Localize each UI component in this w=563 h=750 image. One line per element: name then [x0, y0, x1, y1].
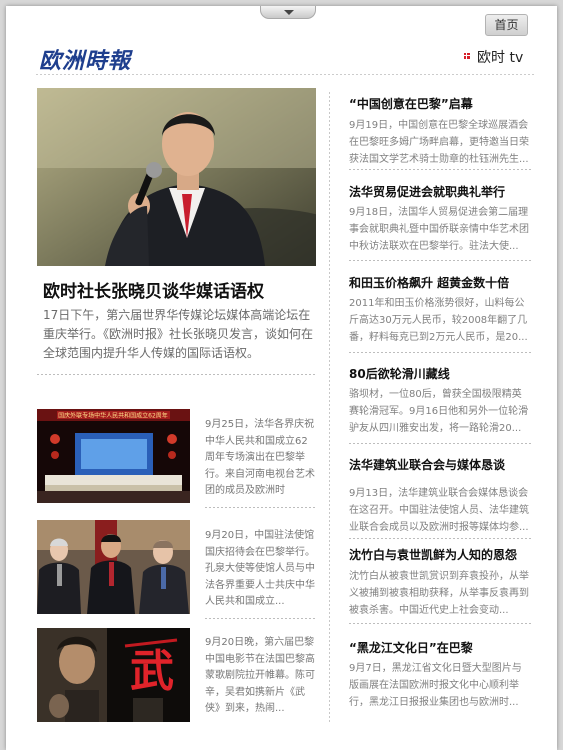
thumb-photo-concert: 国庆外联专场中华人民共和国成立62周年 — [37, 409, 190, 503]
chevron-down-icon — [284, 10, 294, 15]
thumb-photo-reception — [37, 520, 190, 614]
right-item-title-4[interactable]: 80后欲轮滑川藏线 — [349, 365, 539, 382]
right-item-title-3[interactable]: 和田玉价格飙升 超黄金数十倍 — [349, 274, 539, 291]
column-divider — [329, 92, 330, 724]
right-item-summary-5: 9月13日，法华建筑业联合会媒体恳谈会在这召开。中国驻法使馆人员、法华建筑业联合… — [349, 488, 529, 533]
right-item-title-2[interactable]: 法华贸易促进会就职典礼举行 — [349, 183, 539, 200]
tv-label: 欧时 tv — [477, 50, 524, 66]
home-button[interactable]: 首页 — [485, 14, 528, 36]
app-page: 首页 欧洲時報 欧时 tv 欧时社长张晓贝谈华媒话语权 17日下午，第六届世界华… — [6, 6, 557, 750]
featured-title[interactable]: 欧时社长张晓贝谈华媒话语权 — [43, 277, 323, 302]
thumb-banner-text: 国庆外联专场中华人民共和国成立62周年 — [58, 412, 168, 420]
right-item-divider-3 — [349, 352, 532, 353]
thumb-text-1: 9月25日，法华各界庆祝中华人民共和国成立62周年专场演出在巴黎举行。来自河南电… — [205, 419, 315, 496]
thumb-calligraphy: 武 — [130, 646, 174, 697]
pull-down-tab[interactable] — [260, 6, 316, 19]
thumb-divider-2 — [205, 618, 317, 619]
right-item-summary-3: 2011年和田玉价格涨势很好，山料每公斤高达30万元人民币，较2008年翻了几番… — [349, 298, 528, 343]
right-item-summary-6: 沈竹白从被袁世凯赏识到弃袁投孙，从举义被捕到被袁相助获释，从举事反袁再到被袁杀害… — [349, 571, 529, 616]
featured-photo — [37, 88, 316, 266]
right-item-title-7[interactable]: “黑龙江文化日”在巴黎 — [349, 639, 539, 656]
right-item-title-1[interactable]: “中国创意在巴黎”启幕 — [349, 95, 539, 112]
tv-icon — [463, 52, 471, 60]
tv-link[interactable]: 欧时 tv — [463, 47, 523, 67]
right-item-summary-2: 9月18日，法国华人贸易促进会第二届理事会就职典礼暨中国侨联亲情中华艺术团中秋访… — [349, 207, 529, 252]
right-item-divider-5 — [349, 538, 532, 539]
thumb-image-2[interactable] — [37, 520, 190, 614]
right-item-divider-4 — [349, 443, 532, 444]
right-item-title-5[interactable]: 法华建筑业联合会与媒体恳谈 — [349, 456, 539, 473]
thumb-text-2: 9月20日，中国驻法使馆国庆招待会在巴黎举行。孔泉大使等使馆人员与中法各界重要人… — [205, 530, 315, 607]
right-item-divider-1 — [349, 169, 532, 170]
thumb-divider-1 — [205, 507, 317, 508]
logo: 欧洲時報 — [39, 48, 132, 74]
featured-summary: 17日下午，第六届世界华传媒论坛媒体高端论坛在重庆举行。《欧洲时报》社长张晓贝发… — [43, 308, 314, 360]
right-item-summary-1: 9月19日，中国创意在巴黎全球巡展酒会在巴黎旺多姆广场畔启幕，更特邀当日荣获法国… — [349, 120, 529, 165]
right-item-summary-4: 骆坝材，一位80后，曾获全国极限精英赛轮滑冠军。9月16日他和另外一位轮滑驴友从… — [349, 389, 529, 434]
right-item-divider-2 — [349, 260, 532, 261]
right-item-title-6[interactable]: 沈竹白与袁世凯鲜为人知的恩怨 — [349, 546, 539, 563]
thumb-photo-film: 武 — [37, 628, 190, 722]
right-item-divider-6 — [349, 623, 532, 624]
featured-image[interactable] — [37, 88, 316, 266]
thumb-text-3: 9月20日晚，第六届巴黎中国电影节在法国巴黎高蒙歌剧院拉开帷幕。陈可辛，吴君如携… — [205, 637, 315, 714]
thumb-image-3[interactable]: 武 — [37, 628, 190, 722]
thumb-image-1[interactable]: 国庆外联专场中华人民共和国成立62周年 — [37, 409, 190, 503]
header-divider — [36, 74, 534, 75]
right-item-summary-7: 9月7日，黑龙江省文化日暨大型图片与版画展在法国欧洲时报文化中心顺利举行，黑龙江… — [349, 663, 522, 708]
featured-divider — [37, 374, 317, 375]
